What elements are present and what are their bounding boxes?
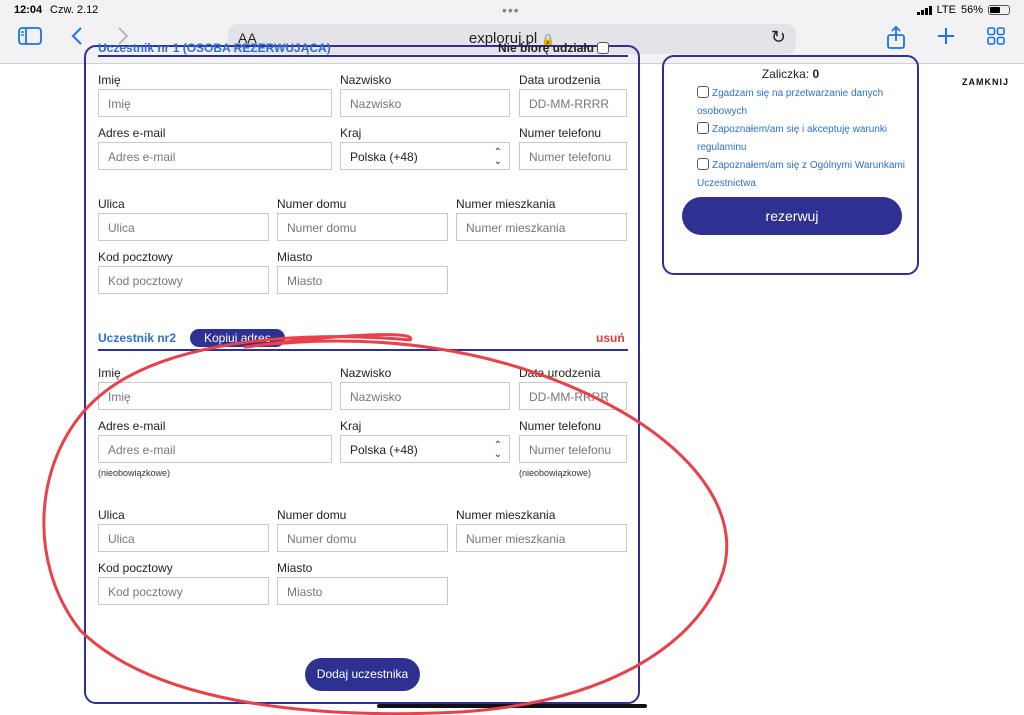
participants-form: Uczestnik nr 1 (OSOBA REZERWUJĄCA) Nie b… bbox=[84, 41, 640, 704]
p2-label-birth-date: Data urodzenia bbox=[519, 366, 601, 380]
remove-participant-link[interactable]: usuń bbox=[596, 331, 625, 345]
not-participating-text: Nie biorę udziału bbox=[498, 41, 595, 55]
country-select[interactable]: Polska (+48) ⌃ ⌄ bbox=[340, 142, 510, 170]
p2-house-number-input[interactable]: Numer domu bbox=[277, 524, 448, 552]
p2-email-input[interactable]: Adres e-mail bbox=[98, 435, 332, 463]
participant2-title: Uczestnik nr2 bbox=[98, 331, 177, 345]
p2-country-value: Polska (+48) bbox=[350, 443, 418, 457]
email-input[interactable]: Adres e-mail bbox=[98, 142, 332, 170]
phone-input[interactable]: Numer telefonu bbox=[519, 142, 627, 170]
consent-checkbox-1[interactable] bbox=[697, 86, 709, 98]
select-arrows-icon: ⌃ ⌄ bbox=[493, 440, 502, 460]
home-indicator bbox=[377, 704, 647, 708]
multitasking-dots-icon[interactable]: ••• bbox=[502, 2, 520, 18]
city-input[interactable]: Miasto bbox=[277, 266, 448, 294]
p2-label-email: Adres e-mail bbox=[98, 419, 166, 433]
label-apartment: Numer mieszkania bbox=[456, 197, 556, 211]
p2-label-house: Numer domu bbox=[277, 508, 347, 522]
consent-checkbox-2[interactable] bbox=[697, 122, 709, 134]
p2-label-city: Miasto bbox=[277, 561, 313, 575]
status-date: Czw. 2.12 bbox=[50, 4, 99, 16]
p2-last-name-input[interactable]: Nazwisko bbox=[340, 382, 510, 410]
page-content: Uczestnik nr 1 (OSOBA REZERWUJĄCA) Nie b… bbox=[0, 41, 1024, 715]
p2-email-optional: (nieobowiązkowe) bbox=[98, 468, 171, 478]
first-name-input[interactable]: Imię bbox=[98, 89, 332, 117]
sidebar-toggle-icon[interactable] bbox=[18, 26, 42, 52]
p2-city-input[interactable]: Miasto bbox=[277, 577, 448, 605]
house-number-input[interactable]: Numer domu bbox=[277, 213, 448, 241]
label-city: Miasto bbox=[277, 250, 313, 264]
close-link[interactable]: ZAMKNIJ bbox=[962, 77, 1009, 87]
p2-label-postal: Kod pocztowy bbox=[98, 561, 173, 575]
p2-phone-optional: (nieobowiązkowe) bbox=[519, 468, 592, 478]
label-postal: Kod pocztowy bbox=[98, 250, 173, 264]
p2-label-street: Ulica bbox=[98, 508, 125, 522]
p2-postal-code-input[interactable]: Kod pocztowy bbox=[98, 577, 269, 605]
signal-icon bbox=[916, 5, 932, 15]
consent-data-processing[interactable]: Zgadzam się na przetwarzanie danych osob… bbox=[697, 85, 907, 121]
copy-address-button[interactable]: Kopiuj adres bbox=[190, 329, 285, 347]
share-icon[interactable] bbox=[886, 25, 906, 56]
label-email: Adres e-mail bbox=[98, 126, 166, 140]
section-divider-2 bbox=[98, 349, 628, 351]
add-participant-button[interactable]: Dodaj uczestnika bbox=[305, 658, 420, 691]
p2-country-select[interactable]: Polska (+48) ⌃ ⌄ bbox=[340, 435, 510, 463]
network-label: LTE bbox=[936, 4, 956, 16]
label-birth-date: Data urodzenia bbox=[519, 73, 601, 87]
consent-general-terms[interactable]: Zapoznałem/am się z Ogólnymi Warunkami U… bbox=[697, 157, 907, 193]
status-time: 12:04 bbox=[14, 4, 43, 16]
battery-icon bbox=[988, 5, 1010, 15]
p2-label-phone: Numer telefonu bbox=[519, 419, 602, 433]
consent-regulations[interactable]: Zapoznałem/am się i akceptuję warunki re… bbox=[697, 121, 907, 157]
label-street: Ulica bbox=[98, 197, 125, 211]
label-house: Numer domu bbox=[277, 197, 347, 211]
p2-phone-input[interactable]: Numer telefonu bbox=[519, 435, 627, 463]
status-right: LTE 56% bbox=[916, 4, 1010, 16]
booking-summary: Zaliczka: 0 Zgadzam się na przetwarzanie… bbox=[662, 55, 919, 275]
apartment-input[interactable]: Numer mieszkania bbox=[456, 213, 627, 241]
street-input[interactable]: Ulica bbox=[98, 213, 269, 241]
reserve-button[interactable]: rezerwuj bbox=[682, 197, 902, 235]
advance-value: 0 bbox=[812, 67, 820, 81]
reload-icon[interactable]: ↻ bbox=[771, 27, 786, 48]
p2-first-name-input[interactable]: Imię bbox=[98, 382, 332, 410]
label-last-name: Nazwisko bbox=[340, 73, 392, 87]
postal-code-input[interactable]: Kod pocztowy bbox=[98, 266, 269, 294]
select-arrows-icon: ⌃ ⌄ bbox=[493, 147, 502, 167]
consent-text-3[interactable]: Zapoznałem/am się z Ogólnymi Warunkami U… bbox=[697, 160, 905, 189]
label-phone: Numer telefonu bbox=[519, 126, 602, 140]
consent-text-2[interactable]: Zapoznałem/am się i akceptuję warunki re… bbox=[697, 124, 887, 153]
not-participating-checkbox[interactable] bbox=[597, 42, 610, 54]
p2-street-input[interactable]: Ulica bbox=[98, 524, 269, 552]
label-first-name: Imię bbox=[98, 73, 121, 87]
section-divider bbox=[98, 55, 628, 57]
p2-label-country: Kraj bbox=[340, 419, 362, 433]
p2-birth-date-input[interactable]: DD-MM-RRRR bbox=[519, 382, 627, 410]
last-name-input[interactable]: Nazwisko bbox=[340, 89, 510, 117]
country-value: Polska (+48) bbox=[350, 150, 418, 164]
back-icon[interactable] bbox=[70, 26, 84, 52]
p2-label-last-name: Nazwisko bbox=[340, 366, 392, 380]
advance-label: Zaliczka: bbox=[761, 67, 810, 81]
consent-text-1[interactable]: Zgadzam się na przetwarzanie danych osob… bbox=[697, 88, 883, 117]
participant1-title: Uczestnik nr 1 (OSOBA REZERWUJĄCA) bbox=[98, 41, 331, 55]
p2-apartment-input[interactable]: Numer mieszkania bbox=[456, 524, 627, 552]
label-country: Kraj bbox=[340, 126, 362, 140]
p2-label-apartment: Numer mieszkania bbox=[456, 508, 556, 522]
not-participating-label[interactable]: Nie biorę udziału bbox=[498, 41, 612, 55]
birth-date-input[interactable]: DD-MM-RRRR bbox=[519, 89, 627, 117]
consent-checkbox-3[interactable] bbox=[697, 158, 709, 170]
battery-percent: 56% bbox=[960, 4, 983, 16]
advance-payment: Zaliczka: 0 bbox=[664, 67, 917, 81]
new-tab-icon[interactable] bbox=[936, 26, 956, 52]
p2-label-first-name: Imię bbox=[98, 366, 121, 380]
tab-overview-icon[interactable] bbox=[986, 26, 1006, 52]
